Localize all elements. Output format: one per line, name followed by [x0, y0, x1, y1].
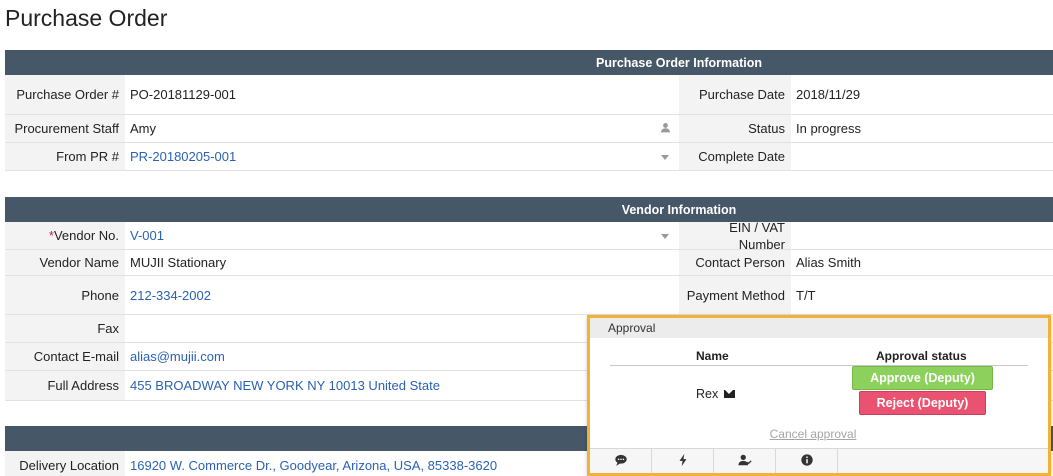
- vendor-no-label: * Vendor No.: [5, 222, 125, 249]
- row-vendor-name: Vendor Name MUJII Stationary Contact Per…: [5, 250, 1053, 276]
- vendor-name-field[interactable]: MUJII Stationary: [125, 250, 679, 275]
- ein-field[interactable]: [791, 222, 1053, 249]
- complete-date-label: Complete Date: [679, 143, 791, 170]
- delivery-location-link[interactable]: 16920 W. Commerce Dr., Goodyear, Arizona…: [130, 458, 497, 473]
- purchase-date-value: 2018/11/29: [796, 87, 861, 102]
- staff-label: Procurement Staff: [5, 115, 125, 142]
- vendor-no-field[interactable]: V-001: [125, 222, 679, 249]
- user-check-icon: [737, 453, 752, 470]
- status-label: Status: [679, 115, 791, 142]
- action-button[interactable]: [652, 449, 714, 473]
- address-link[interactable]: 455 BROADWAY NEW YORK NY 10013 United St…: [130, 378, 440, 393]
- from-pr-label: From PR #: [5, 143, 125, 170]
- reject-deputy-button[interactable]: Reject (Deputy): [859, 391, 986, 415]
- page-title: Purchase Order: [5, 5, 168, 31]
- row-vendor-no: * Vendor No. V-001 EIN / VAT Number: [5, 220, 1053, 252]
- user-icon[interactable]: [660, 122, 671, 136]
- vendor-name-label: Vendor Name: [5, 250, 125, 275]
- vendor-no-label-text: Vendor No.: [53, 228, 119, 243]
- vendor-no-link[interactable]: V-001: [130, 228, 164, 243]
- payment-method-label: Payment Method: [679, 276, 791, 314]
- row-po-number: Purchase Order # PO-20181129-001 Purchas…: [5, 75, 1053, 115]
- from-pr-field[interactable]: PR-20180205-001: [125, 143, 679, 170]
- status-field: In progress: [791, 115, 1053, 142]
- po-number-value: PO-20181129-001: [130, 87, 237, 102]
- email-link[interactable]: alias@mujii.com: [130, 349, 225, 364]
- contact-person-field[interactable]: Alias Smith: [791, 250, 1053, 275]
- cancel-approval-link[interactable]: Cancel approval: [770, 427, 857, 441]
- info-button[interactable]: [776, 449, 838, 473]
- approve-deputy-button[interactable]: Approve (Deputy): [852, 366, 993, 390]
- vendor-info-header: Vendor Information: [5, 197, 1053, 222]
- comment-icon: [614, 453, 628, 470]
- po-number-label: Purchase Order #: [5, 75, 125, 114]
- info-icon: [800, 453, 814, 470]
- staff-field[interactable]: Amy: [125, 115, 679, 142]
- chevron-down-icon[interactable]: [661, 154, 669, 160]
- purchase-date-label: Purchase Date: [679, 75, 791, 114]
- from-pr-link[interactable]: PR-20180205-001: [130, 149, 236, 164]
- cancel-approval-row: Cancel approval: [590, 427, 1048, 441]
- approval-title: Approval: [590, 318, 1048, 338]
- address-label: Full Address: [5, 371, 125, 400]
- email-label: Contact E-mail: [5, 343, 125, 370]
- row-from-pr: From PR # PR-20180205-001 Complete Date: [5, 143, 1053, 171]
- row-phone: Phone 212-334-2002 Payment Method T/T: [5, 276, 1053, 315]
- payment-method-value: T/T: [796, 287, 816, 303]
- approver-row: Rex: [696, 387, 736, 401]
- comment-button[interactable]: [590, 449, 652, 473]
- phone-label: Phone: [5, 276, 125, 314]
- col-status-header: Approval status: [876, 349, 967, 363]
- payment-method-field[interactable]: T/T: [791, 276, 1053, 314]
- phone-link[interactable]: 212-334-2002: [130, 288, 211, 303]
- bolt-icon: [676, 453, 690, 470]
- approval-table-header: Name Approval status: [610, 346, 1028, 366]
- complete-date-field[interactable]: [791, 143, 1053, 170]
- ein-label: EIN / VAT Number: [679, 220, 791, 252]
- assign-button[interactable]: [714, 449, 776, 473]
- contact-person-value: Alias Smith: [796, 255, 862, 270]
- fax-label: Fax: [5, 315, 125, 342]
- delivery-location-label: Delivery Location: [5, 451, 125, 476]
- po-info-header: Purchase Order Information: [5, 50, 1053, 75]
- chevron-down-icon[interactable]: [661, 233, 669, 239]
- approval-toolbar: [590, 448, 1048, 473]
- staff-value: Amy: [130, 121, 156, 136]
- envelope-icon[interactable]: [724, 390, 736, 398]
- purchase-date-field[interactable]: 2018/11/29: [791, 75, 1053, 114]
- contact-person-label: Contact Person: [679, 250, 791, 275]
- status-value: In progress: [796, 121, 862, 136]
- phone-field[interactable]: 212-334-2002: [125, 276, 679, 314]
- approval-popup: Approval Name Approval status Rex Approv…: [587, 315, 1051, 476]
- vendor-name-value: MUJII Stationary: [130, 255, 227, 270]
- row-staff: Procurement Staff Amy Status In progress: [5, 115, 1053, 143]
- po-number-field[interactable]: PO-20181129-001: [125, 75, 679, 114]
- approver-name: Rex: [696, 387, 719, 401]
- col-name-header: Name: [696, 349, 729, 363]
